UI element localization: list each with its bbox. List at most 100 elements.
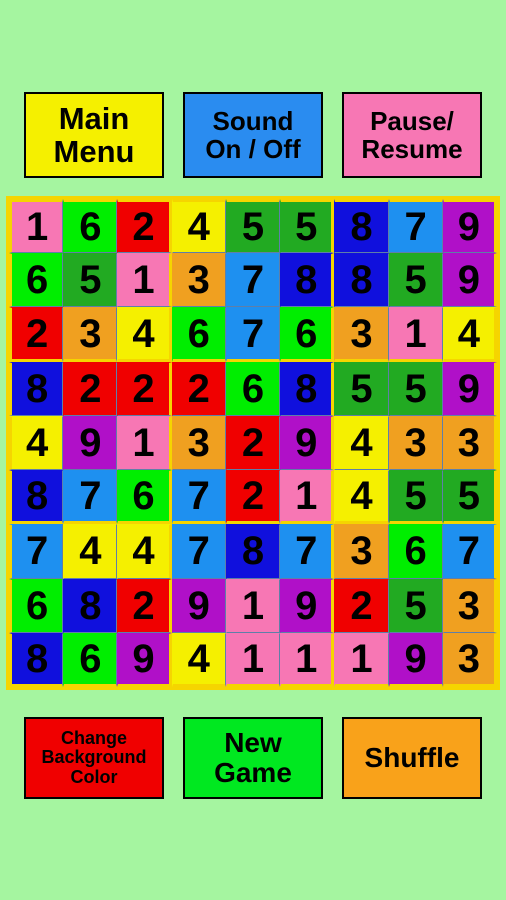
grid-cell-digit: 2	[132, 205, 155, 250]
grid-cell-digit: 5	[295, 205, 318, 250]
grid-cell-digit: 4	[79, 529, 102, 574]
sudoku-grid[interactable]: 1624558796513788592346763148222685594913…	[9, 199, 497, 687]
grid-cell-r6c2[interactable]: 7	[63, 470, 118, 525]
grid-cell-r7c2[interactable]: 4	[63, 524, 118, 579]
pause-resume-button[interactable]: Pause/ Resume	[342, 92, 482, 178]
grid-cell-r9c3[interactable]: 9	[117, 632, 172, 687]
grid-cell-r9c6[interactable]: 1	[280, 632, 335, 687]
grid-cell-r3c9[interactable]: 4	[442, 307, 497, 362]
grid-cell-r9c4[interactable]: 4	[171, 632, 226, 687]
grid-cell-r4c3[interactable]: 2	[117, 361, 172, 416]
grid-cell-r2c9[interactable]: 9	[442, 253, 497, 308]
new-game-button[interactable]: New Game	[183, 717, 323, 799]
grid-cell-r2c5[interactable]: 7	[225, 253, 281, 308]
grid-cell-r6c9[interactable]: 5	[442, 470, 497, 525]
grid-cell-r4c7[interactable]: 5	[334, 361, 389, 416]
grid-cell-r1c1[interactable]: 1	[9, 199, 64, 254]
change-background-color-button[interactable]: Change Background Color	[24, 717, 164, 799]
grid-cell-r3c2[interactable]: 3	[63, 307, 118, 362]
grid-cell-r4c4[interactable]: 2	[171, 361, 226, 416]
grid-cell-r7c4[interactable]: 7	[171, 524, 226, 579]
grid-cell-r2c6[interactable]: 8	[280, 253, 335, 308]
grid-cell-r7c9[interactable]: 7	[442, 524, 497, 579]
grid-cell-r7c1[interactable]: 7	[9, 524, 64, 579]
main-menu-button[interactable]: Main Menu	[24, 92, 164, 178]
grid-cell-r5c4[interactable]: 3	[171, 415, 226, 471]
grid-cell-r5c9[interactable]: 3	[442, 415, 497, 471]
grid-cell-r3c4[interactable]: 6	[171, 307, 226, 362]
grid-cell-digit: 7	[457, 529, 480, 574]
grid-cell-r1c3[interactable]: 2	[117, 199, 172, 254]
grid-cell-r5c3[interactable]: 1	[117, 415, 172, 471]
grid-cell-r2c7[interactable]: 8	[334, 253, 389, 308]
grid-cell-r6c7[interactable]: 4	[334, 470, 389, 525]
grid-cell-r5c5[interactable]: 2	[225, 415, 281, 471]
grid-cell-r8c9[interactable]: 3	[442, 578, 497, 633]
grid-cell-r2c1[interactable]: 6	[9, 253, 64, 308]
grid-cell-digit: 2	[350, 583, 373, 628]
grid-cell-r1c8[interactable]: 7	[388, 199, 443, 254]
grid-cell-r1c7[interactable]: 8	[334, 199, 389, 254]
grid-cell-digit: 1	[295, 474, 318, 519]
grid-cell-r8c1[interactable]: 6	[9, 578, 64, 633]
grid-cell-r8c6[interactable]: 9	[280, 578, 335, 633]
grid-cell-r9c1[interactable]: 8	[9, 632, 64, 687]
grid-cell-r3c6[interactable]: 6	[280, 307, 335, 362]
grid-cell-r8c7[interactable]: 2	[334, 578, 389, 633]
grid-cell-digit: 9	[404, 636, 427, 681]
grid-cell-r3c8[interactable]: 1	[388, 307, 443, 362]
grid-cell-r8c3[interactable]: 2	[117, 578, 172, 633]
sound-toggle-button[interactable]: Sound On / Off	[183, 92, 323, 178]
grid-cell-r8c4[interactable]: 9	[171, 578, 226, 633]
grid-cell-r8c5[interactable]: 1	[225, 578, 281, 633]
grid-cell-r7c8[interactable]: 6	[388, 524, 443, 579]
grid-cell-r4c8[interactable]: 5	[388, 361, 443, 416]
grid-cell-r1c5[interactable]: 5	[225, 199, 281, 254]
grid-cell-r2c2[interactable]: 5	[63, 253, 118, 308]
grid-cell-r9c5[interactable]: 1	[225, 632, 281, 687]
grid-cell-r6c1[interactable]: 8	[9, 470, 64, 525]
grid-cell-digit: 8	[295, 258, 318, 303]
grid-cell-r5c1[interactable]: 4	[9, 415, 64, 471]
grid-cell-r7c6[interactable]: 7	[280, 524, 335, 579]
grid-cell-r6c6[interactable]: 1	[280, 470, 335, 525]
grid-cell-r1c9[interactable]: 9	[442, 199, 497, 254]
grid-cell-r5c2[interactable]: 9	[63, 415, 118, 471]
grid-cell-r3c7[interactable]: 3	[334, 307, 389, 362]
grid-cell-r4c6[interactable]: 8	[280, 361, 335, 416]
grid-cell-r3c5[interactable]: 7	[225, 307, 281, 362]
grid-cell-digit: 6	[25, 258, 49, 303]
grid-cell-r3c3[interactable]: 4	[117, 307, 172, 362]
grid-cell-r2c4[interactable]: 3	[171, 253, 226, 308]
grid-cell-r8c8[interactable]: 5	[388, 578, 443, 633]
grid-cell-r9c7[interactable]: 1	[334, 632, 389, 687]
grid-cell-r4c1[interactable]: 8	[9, 361, 64, 416]
grid-cell-r7c7[interactable]: 3	[334, 524, 389, 579]
grid-cell-r1c4[interactable]: 4	[171, 199, 226, 254]
grid-cell-r5c8[interactable]: 3	[388, 415, 443, 471]
grid-cell-r6c8[interactable]: 5	[388, 470, 443, 525]
grid-cell-r8c2[interactable]: 8	[63, 578, 118, 633]
grid-cell-r2c8[interactable]: 5	[388, 253, 443, 308]
grid-cell-r1c6[interactable]: 5	[280, 199, 335, 254]
grid-cell-digit: 7	[25, 529, 49, 574]
grid-cell-r4c9[interactable]: 9	[442, 361, 497, 416]
grid-cell-r6c4[interactable]: 7	[171, 470, 226, 525]
grid-cell-r4c5[interactable]: 6	[225, 361, 281, 416]
grid-cell-r9c9[interactable]: 3	[442, 632, 497, 687]
grid-cell-r9c8[interactable]: 9	[388, 632, 443, 687]
grid-cell-digit: 9	[457, 366, 480, 411]
shuffle-button[interactable]: Shuffle	[342, 717, 482, 799]
grid-cell-r3c1[interactable]: 2	[9, 307, 64, 362]
grid-cell-r7c5[interactable]: 8	[225, 524, 281, 579]
grid-cell-r4c2[interactable]: 2	[63, 361, 118, 416]
grid-cell-r6c3[interactable]: 6	[117, 470, 172, 525]
grid-cell-r7c3[interactable]: 4	[117, 524, 172, 579]
grid-cell-r6c5[interactable]: 2	[225, 470, 281, 525]
grid-cell-r2c3[interactable]: 1	[117, 253, 172, 308]
grid-cell-r5c6[interactable]: 9	[280, 415, 335, 471]
grid-cell-digit: 8	[350, 258, 373, 303]
grid-cell-r5c7[interactable]: 4	[334, 415, 389, 471]
grid-cell-r9c2[interactable]: 6	[63, 632, 118, 687]
grid-cell-r1c2[interactable]: 6	[63, 199, 118, 254]
